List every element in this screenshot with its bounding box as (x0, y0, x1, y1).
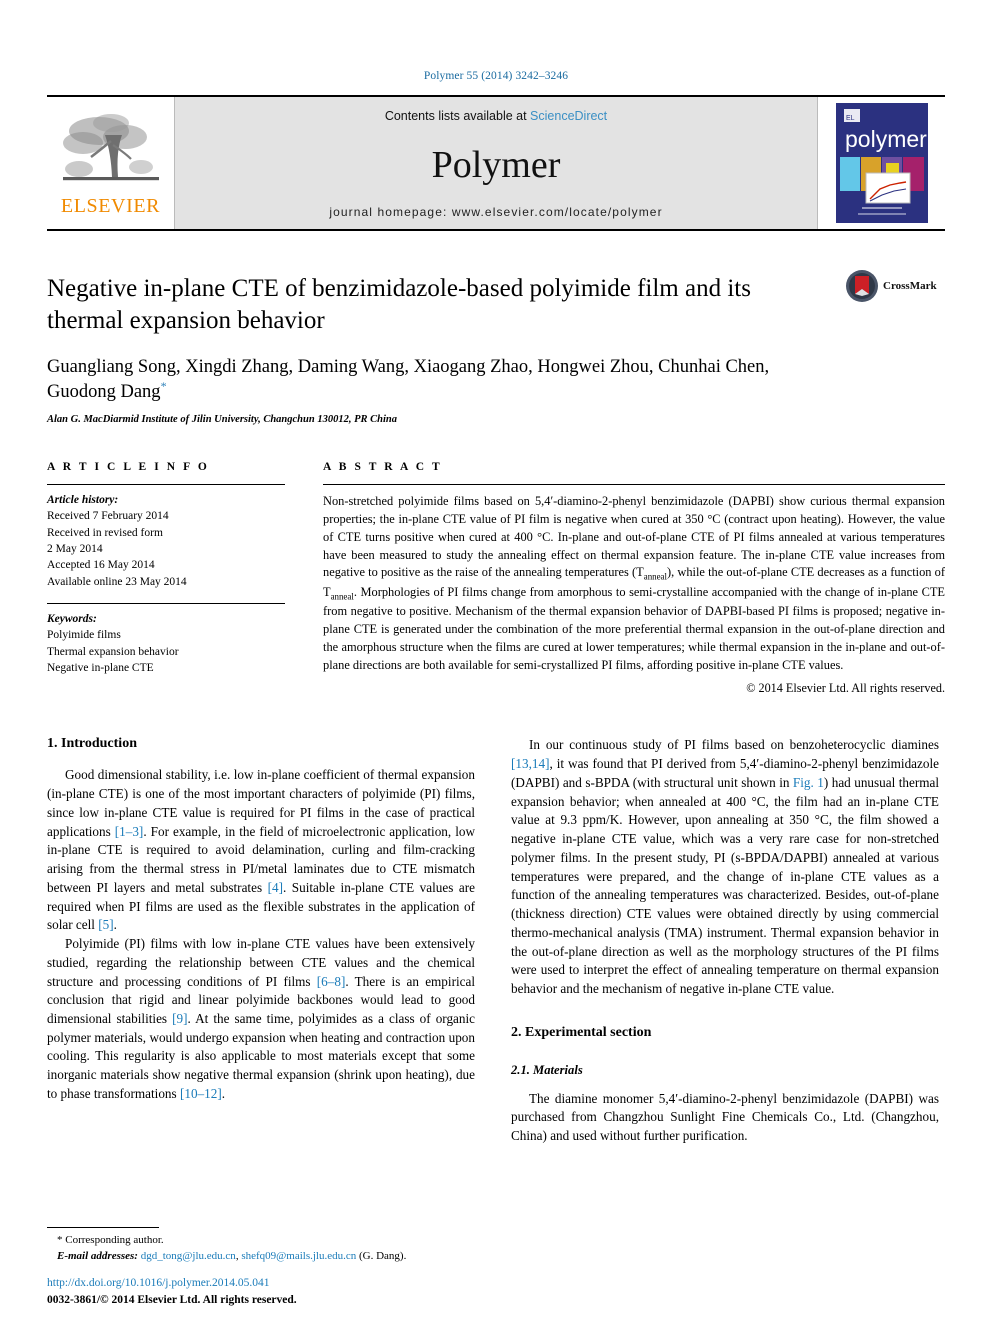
abstract-text: Non-stretched polyimide films based on 5… (323, 493, 945, 675)
history-item: Available online 23 May 2014 (47, 575, 187, 588)
issn-copyright-line: 0032-3861/© 2014 Elsevier Ltd. All right… (47, 1293, 297, 1306)
abstract-heading: A B S T R A C T (323, 460, 443, 473)
abstract-column: A B S T R A C T Non-stretched polyimide … (323, 461, 945, 697)
keyword-item: Polyimide films (47, 629, 121, 642)
citation-link[interactable]: [9] (172, 1011, 187, 1026)
doi-block: http://dx.doi.org/10.1016/j.polymer.2014… (47, 1275, 547, 1310)
affiliation: Alan G. MacDiarmid Institute of Jilin Un… (47, 413, 397, 425)
paragraph: Polyimide (PI) films with low in-plane C… (47, 935, 475, 1104)
crossmark-badge[interactable]: CrossMark (845, 269, 945, 303)
running-head: Polymer 55 (2014) 3242–3246 (423, 70, 569, 82)
citation-link[interactable]: [4] (268, 880, 283, 895)
author-names: Guangliang Song, Xingdi Zhang, Daming Wa… (47, 357, 770, 403)
citation-link[interactable]: [6–8] (317, 974, 346, 989)
email-label: E-mail addresses: (57, 1250, 138, 1263)
elsevier-tree-icon (62, 113, 159, 180)
text-run: ) had unusual thermal expansion behavior… (511, 774, 939, 997)
divider (47, 602, 285, 604)
citation-link[interactable]: [13,14] (511, 756, 549, 771)
divider (47, 483, 285, 485)
text-run: In our continuous study of PI films base… (529, 737, 939, 753)
keyword-item: Negative in-plane CTE (47, 661, 154, 674)
footnote-divider (47, 1227, 159, 1229)
abstract-subscript-1: anneal (643, 571, 667, 582)
section-heading-introduction: 1. Introduction (47, 736, 137, 752)
section-heading-experimental: 2. Experimental section (511, 1024, 652, 1040)
history-item: 2 May 2014 (47, 542, 103, 555)
elsevier-logo: ELSEVIER (47, 97, 175, 229)
journal-cover-image: EL polymer (835, 103, 928, 223)
body-columns: 1. Introduction Good dimensional stabili… (47, 736, 945, 1145)
contents-available-line: Contents lists available at ScienceDirec… (385, 109, 607, 123)
contents-prefix: Contents lists available at (384, 109, 531, 123)
article-page: Polymer 55 (2014) 3242–3246 ELSEVIER Con… (0, 0, 992, 1323)
abstract-copyright: © 2014 Elsevier Ltd. All rights reserved… (746, 681, 945, 696)
page-title: Negative in-plane CTE of benzimidazole-b… (47, 275, 751, 334)
abstract-subscript-2: anneal (330, 591, 354, 602)
elsevier-wordmark: ELSEVIER (60, 194, 161, 217)
paragraph: In our continuous study of PI films base… (511, 736, 939, 998)
email-note: E-mail addresses: dgd_tong@jlu.edu.cn, s… (47, 1249, 475, 1265)
article-history-label: Article history: (47, 493, 119, 506)
journal-cover-thumbnail: EL polymer (817, 97, 945, 229)
email-link-secondary[interactable]: shefq09@mails.jlu.edu.cn (241, 1250, 356, 1262)
corresponding-author-note: * Corresponding author. (57, 1234, 164, 1247)
sciencedirect-link[interactable]: ScienceDirect (530, 109, 607, 123)
history-item: Accepted 16 May 2014 (47, 559, 155, 572)
info-abstract-row: A R T I C L E I N F O Article history: R… (47, 461, 945, 697)
history-item: Received 7 February 2014 (47, 510, 169, 523)
author-list: Guangliang Song, Xingdi Zhang, Daming Wa… (47, 355, 827, 405)
paragraph: The diamine monomer 5,4′-diamino-2-pheny… (511, 1090, 939, 1144)
email-link-primary[interactable]: dgd_tong@jlu.edu.cn (141, 1250, 236, 1262)
figure-link[interactable]: Fig. 1 (793, 775, 824, 790)
text-run: . (113, 917, 117, 933)
journal-title: Polymer (431, 144, 561, 186)
citation-link[interactable]: [1–3] (115, 824, 144, 839)
keywords-label: Keywords: (47, 612, 97, 625)
svg-text:polymer: polymer (845, 126, 927, 152)
masthead-center: Contents lists available at ScienceDirec… (175, 97, 817, 229)
text-run: . (221, 1085, 226, 1101)
svg-text:EL: EL (846, 115, 855, 122)
citation-link[interactable]: [5] (98, 917, 113, 932)
crossmark-icon (846, 270, 878, 302)
doi-link[interactable]: http://dx.doi.org/10.1016/j.polymer.2014… (47, 1275, 547, 1292)
crossmark-label: CrossMark (883, 280, 937, 292)
title-block: Negative in-plane CTE of benzimidazole-b… (47, 270, 945, 425)
paragraph: Good dimensional stability, i.e. low in-… (47, 766, 475, 935)
journal-masthead: ELSEVIER Contents lists available at Sci… (47, 95, 945, 231)
body-column-right: In our continuous study of PI films base… (511, 736, 939, 1145)
article-info-column: A R T I C L E I N F O Article history: R… (47, 461, 285, 697)
history-item: Received in revised form (47, 526, 163, 539)
article-info-heading: A R T I C L E I N F O (47, 460, 210, 473)
journal-homepage[interactable]: journal homepage: www.elsevier.com/locat… (329, 205, 662, 219)
body-column-left: 1. Introduction Good dimensional stabili… (47, 736, 475, 1145)
divider (323, 483, 945, 485)
keyword-item: Thermal expansion behavior (47, 645, 179, 658)
footnote-block: * Corresponding author. E-mail addresses… (47, 1227, 475, 1265)
abstract-part-3: . Morphologies of PI films change from a… (323, 584, 945, 672)
keywords-block: Keywords: Polyimide films Thermal expans… (47, 611, 285, 676)
article-history: Article history: Received 7 February 201… (47, 492, 285, 590)
email-suffix: (G. Dang). (356, 1250, 407, 1263)
citation-link[interactable]: [10–12] (180, 1086, 222, 1101)
subsection-heading-materials: 2.1. Materials (511, 1062, 583, 1077)
corresponding-author-marker: * (160, 379, 167, 394)
